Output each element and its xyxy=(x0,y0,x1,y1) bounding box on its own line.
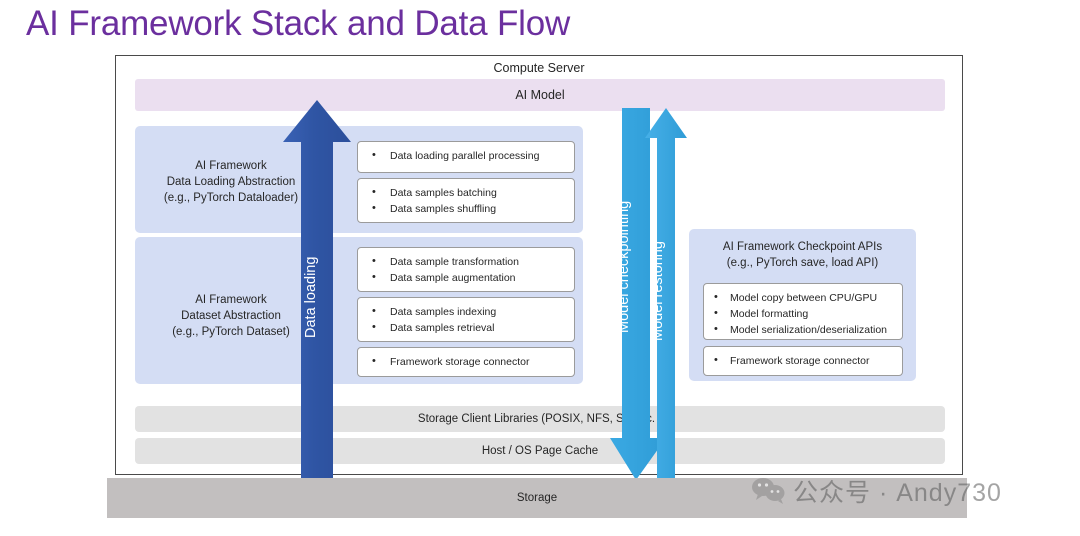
bullet-box: Data sample transformation Data sample a… xyxy=(357,247,575,292)
bullet-item: Model serialization/deserialization xyxy=(704,321,902,338)
panel-data-loading-abstraction: AI Framework Data Loading Abstraction (e… xyxy=(135,126,583,233)
bullet-box: Model copy between CPU/GPU Model formatt… xyxy=(703,283,903,340)
arrow-model-restoring-label: Model restoring xyxy=(650,241,666,341)
bullet-item: Model formatting xyxy=(704,305,902,322)
panel-label-line: AI Framework Checkpoint APIs xyxy=(722,241,883,253)
bullet-item: Framework storage connector xyxy=(704,352,902,369)
bullet-item: Data samples retrieval xyxy=(358,319,574,336)
bullet-item: Data loading parallel processing xyxy=(358,147,574,164)
bar-storage-client-libraries: Storage Client Libraries (POSIX, NFS, S3… xyxy=(135,406,945,432)
bullet-item: Framework storage connector xyxy=(358,353,574,370)
watermark: 公众号 · Andy730 xyxy=(752,473,1002,509)
bar-label: Host / OS Page Cache xyxy=(481,445,599,457)
bullet-item: Data samples shuffling xyxy=(358,200,574,217)
wechat-icon xyxy=(752,478,785,504)
bullet-item: Data samples batching xyxy=(358,184,574,201)
ai-model-bar: AI Model xyxy=(135,79,945,111)
bullet-box: Framework storage connector xyxy=(703,346,903,376)
bullet-item: Data sample transformation xyxy=(358,253,574,270)
arrow-model-checkpointing-label: Model checkpointing xyxy=(616,200,632,333)
compute-server-label: Compute Server xyxy=(493,61,585,75)
bullet-box: Data loading parallel processing xyxy=(357,141,575,173)
watermark-text: 公众号 · Andy730 xyxy=(793,479,1002,507)
arrow-data-loading: Data loading xyxy=(283,100,351,480)
panel-checkpoint-label: AI Framework Checkpoint APIs (e.g., PyTo… xyxy=(689,239,916,271)
compute-server-container: Compute Server AI Model AI Framework Dat… xyxy=(115,55,963,475)
arrow-data-loading-label: Data loading xyxy=(303,256,319,338)
panel-dataset-abstraction: AI Framework Dataset Abstraction (e.g., … xyxy=(135,237,583,384)
bullet-item: Data sample augmentation xyxy=(358,269,574,286)
panel-checkpoint-apis: AI Framework Checkpoint APIs (e.g., PyTo… xyxy=(689,229,916,381)
arrow-model-restoring: Model restoring xyxy=(645,108,687,480)
panel-label-line: (e.g., PyTorch save, load API) xyxy=(726,257,879,269)
bullet-box: Framework storage connector xyxy=(357,347,575,377)
bar-host-os-page-cache: Host / OS Page Cache xyxy=(135,438,945,464)
page-title: AI Framework Stack and Data Flow xyxy=(26,4,571,43)
bullet-box: Data samples batching Data samples shuff… xyxy=(357,178,575,223)
storage-footer-label: Storage xyxy=(516,492,558,504)
bullet-item: Model copy between CPU/GPU xyxy=(704,289,902,306)
bullet-box: Data samples indexing Data samples retri… xyxy=(357,297,575,342)
ai-model-label: AI Model xyxy=(515,88,565,102)
bullet-item: Data samples indexing xyxy=(358,303,574,320)
